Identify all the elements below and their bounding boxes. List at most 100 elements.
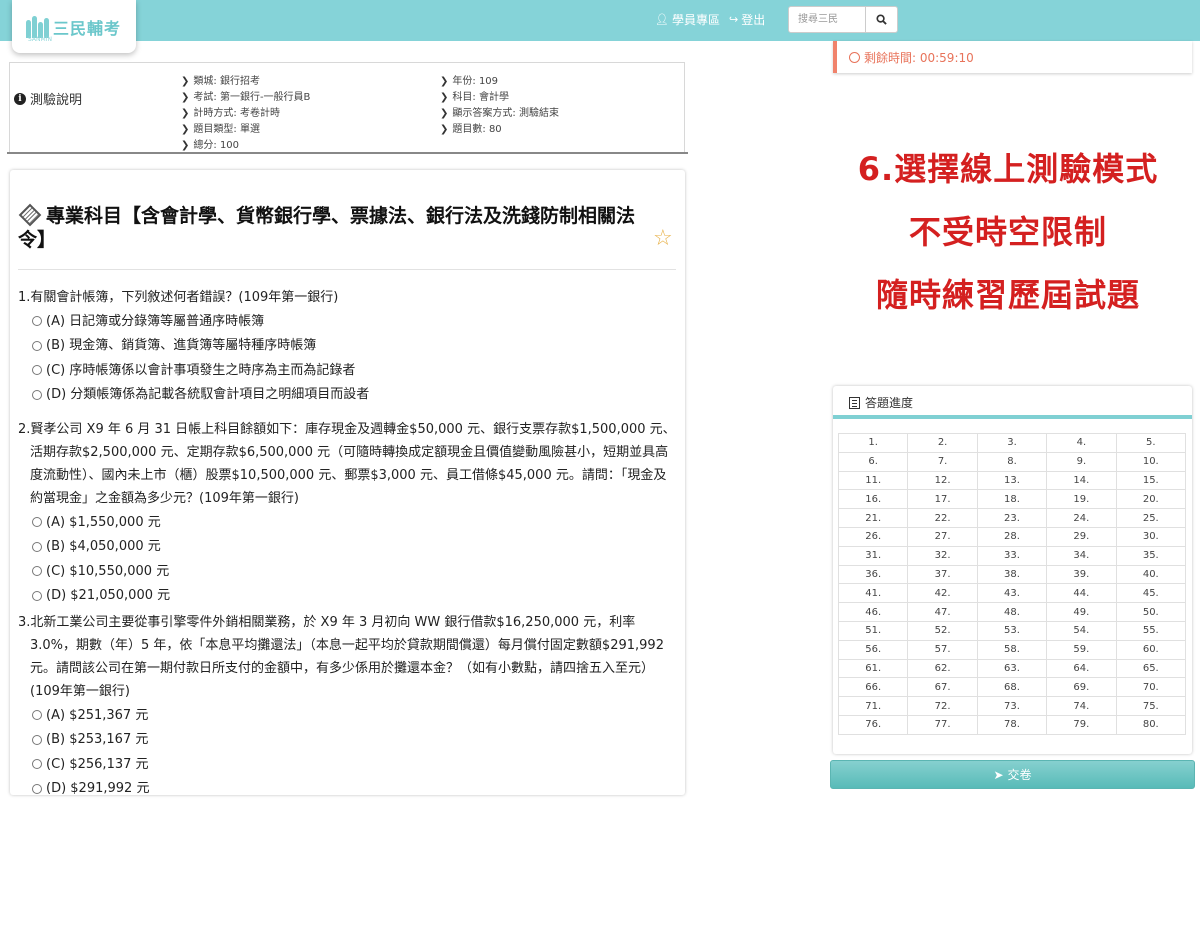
question-number-cell[interactable]: 43. xyxy=(976,583,1048,604)
question-number-cell[interactable]: 65. xyxy=(1115,658,1187,679)
question-number-cell[interactable]: 54. xyxy=(1046,620,1117,641)
question-number-cell[interactable]: 35. xyxy=(1115,545,1187,566)
question-number-cell[interactable]: 27. xyxy=(907,526,978,547)
question-number-cell[interactable]: 62. xyxy=(907,658,978,679)
question-number-cell[interactable]: 1. xyxy=(837,433,909,453)
question-number-cell[interactable]: 68. xyxy=(976,677,1048,698)
question-number-cell[interactable]: 9. xyxy=(1046,451,1117,472)
option-c[interactable]: (C) $10,550,000 元 xyxy=(18,559,678,584)
option-d[interactable]: (D) $291,992 元 xyxy=(18,777,678,795)
option-b[interactable]: (B) $253,167 元 xyxy=(18,728,678,753)
search-button[interactable] xyxy=(866,6,898,33)
question-number-cell[interactable]: 10. xyxy=(1115,451,1187,472)
question-number-cell[interactable]: 73. xyxy=(976,696,1048,716)
question-number-cell[interactable]: 50. xyxy=(1115,602,1187,622)
question-number-cell[interactable]: 33. xyxy=(976,545,1048,566)
question-number-cell[interactable]: 63. xyxy=(976,658,1048,679)
question-number-cell[interactable]: 47. xyxy=(907,602,978,622)
question-number-cell[interactable]: 48. xyxy=(976,602,1048,622)
search-input[interactable] xyxy=(788,6,866,33)
question-number-cell[interactable]: 77. xyxy=(907,714,978,735)
question-number-cell[interactable]: 19. xyxy=(1046,489,1117,510)
question-number-cell[interactable]: 18. xyxy=(976,489,1048,510)
question-number-cell[interactable]: 30. xyxy=(1115,526,1187,547)
question-number-cell[interactable]: 31. xyxy=(837,545,909,566)
question-number-cell[interactable]: 4. xyxy=(1046,433,1117,453)
option-b[interactable]: (B) $4,050,000 元 xyxy=(18,535,678,560)
question-number-cell[interactable]: 17. xyxy=(907,489,978,510)
logout-link[interactable]: ↪ 登出 xyxy=(729,11,765,28)
question-number-cell[interactable]: 20. xyxy=(1115,489,1187,510)
question-number-cell[interactable]: 42. xyxy=(907,583,978,604)
question-number-cell[interactable]: 37. xyxy=(907,564,978,585)
question-number-cell[interactable]: 26. xyxy=(837,526,909,547)
question-number-cell[interactable]: 34. xyxy=(1046,545,1117,566)
option-c[interactable]: (C) $256,137 元 xyxy=(18,752,678,777)
question-number-cell[interactable]: 78. xyxy=(976,714,1048,735)
question-number-cell[interactable]: 40. xyxy=(1115,564,1187,585)
favorite-star-icon[interactable]: ☆ xyxy=(653,226,673,251)
submit-exam-button[interactable]: ➤ 交卷 xyxy=(830,760,1195,789)
question-number-cell[interactable]: 15. xyxy=(1115,470,1187,491)
radio-button[interactable] xyxy=(32,340,42,351)
option-b[interactable]: (B) 現金簿、銷貨簿、進貨簿等屬特種序時帳簿 xyxy=(18,334,678,359)
question-number-cell[interactable]: 79. xyxy=(1046,714,1117,735)
option-a[interactable]: (A) $251,367 元 xyxy=(18,703,678,728)
question-number-cell[interactable]: 32. xyxy=(907,545,978,566)
question-number-cell[interactable]: 53. xyxy=(976,620,1048,641)
question-number-cell[interactable]: 2. xyxy=(907,433,978,453)
question-number-cell[interactable]: 76. xyxy=(837,714,909,735)
question-number-cell[interactable]: 58. xyxy=(976,639,1048,660)
radio-button[interactable] xyxy=(32,566,42,577)
question-number-cell[interactable]: 3. xyxy=(976,433,1048,453)
question-number-cell[interactable]: 80. xyxy=(1115,714,1187,735)
question-number-cell[interactable]: 72. xyxy=(907,696,978,716)
option-d[interactable]: (D) 分類帳簿係為記載各統馭會計項目之明細項目而設者 xyxy=(18,383,678,408)
option-d[interactable]: (D) $21,050,000 元 xyxy=(18,584,678,609)
question-number-cell[interactable]: 74. xyxy=(1046,696,1117,716)
question-number-cell[interactable]: 13. xyxy=(976,470,1048,491)
logo[interactable]: 三民輔考 SANMIN xyxy=(12,0,136,53)
question-number-cell[interactable]: 70. xyxy=(1115,677,1187,698)
question-number-cell[interactable]: 45. xyxy=(1115,583,1187,604)
question-number-cell[interactable]: 7. xyxy=(907,451,978,472)
radio-button[interactable] xyxy=(32,316,42,327)
question-number-cell[interactable]: 8. xyxy=(976,451,1048,472)
question-number-cell[interactable]: 61. xyxy=(837,658,909,679)
question-number-cell[interactable]: 22. xyxy=(907,508,978,528)
member-area-link[interactable]: 👤︎ 學員專區 xyxy=(655,11,720,28)
radio-button[interactable] xyxy=(32,389,42,400)
radio-button[interactable] xyxy=(32,590,42,601)
question-number-cell[interactable]: 67. xyxy=(907,677,978,698)
question-number-cell[interactable]: 64. xyxy=(1046,658,1117,679)
question-number-cell[interactable]: 57. xyxy=(907,639,978,660)
question-number-cell[interactable]: 39. xyxy=(1046,564,1117,585)
radio-button[interactable] xyxy=(32,759,42,770)
question-number-cell[interactable]: 25. xyxy=(1115,508,1187,528)
question-number-cell[interactable]: 38. xyxy=(976,564,1048,585)
option-a[interactable]: (A) 日記簿或分錄簿等屬普通序時帳簿 xyxy=(18,309,678,334)
question-number-cell[interactable]: 60. xyxy=(1115,639,1187,660)
option-c[interactable]: (C) 序時帳簿係以會計事項發生之時序為主而為記錄者 xyxy=(18,358,678,383)
question-number-cell[interactable]: 52. xyxy=(907,620,978,641)
question-number-cell[interactable]: 41. xyxy=(837,583,909,604)
question-number-cell[interactable]: 5. xyxy=(1115,433,1187,453)
question-number-cell[interactable]: 71. xyxy=(837,696,909,716)
question-number-cell[interactable]: 6. xyxy=(837,451,909,472)
question-number-cell[interactable]: 28. xyxy=(976,526,1048,547)
question-number-cell[interactable]: 51. xyxy=(837,620,909,641)
option-a[interactable]: (A) $1,550,000 元 xyxy=(18,510,678,535)
question-number-cell[interactable]: 44. xyxy=(1046,583,1117,604)
question-number-cell[interactable]: 36. xyxy=(837,564,909,585)
question-number-cell[interactable]: 59. xyxy=(1046,639,1117,660)
question-number-cell[interactable]: 24. xyxy=(1046,508,1117,528)
question-number-cell[interactable]: 56. xyxy=(837,639,909,660)
question-number-cell[interactable]: 12. xyxy=(907,470,978,491)
radio-button[interactable] xyxy=(32,734,42,745)
radio-button[interactable] xyxy=(32,541,42,552)
question-number-cell[interactable]: 69. xyxy=(1046,677,1117,698)
question-number-cell[interactable]: 21. xyxy=(837,508,909,528)
question-number-cell[interactable]: 14. xyxy=(1046,470,1117,491)
question-number-cell[interactable]: 75. xyxy=(1115,696,1187,716)
radio-button[interactable] xyxy=(32,783,42,794)
